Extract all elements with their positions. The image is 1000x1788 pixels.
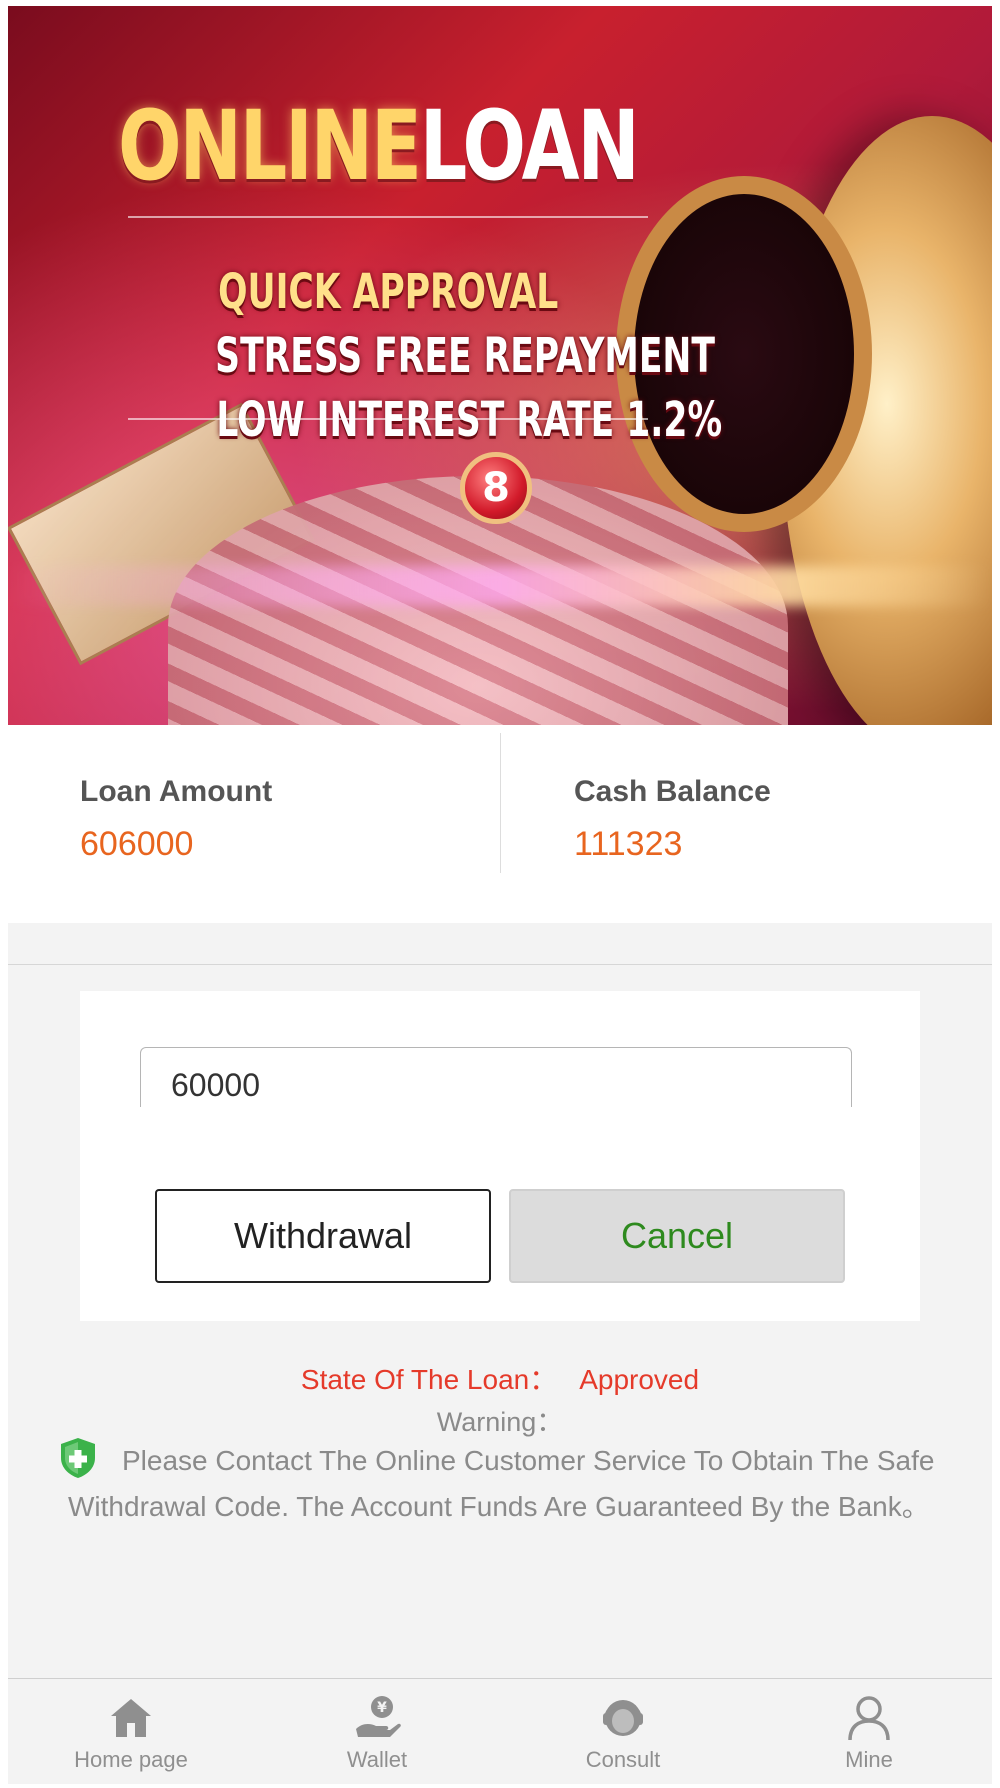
nav-item-consult[interactable]: Consult (500, 1687, 746, 1783)
safety-notice: Please Contact The Online Customer Servi… (61, 1436, 968, 1530)
banner-line-repayment: STRESS FREE REPAYMENT (215, 328, 715, 384)
stats-divider (500, 733, 501, 873)
nav-label-wallet: Wallet (346, 1747, 408, 1772)
svg-text:¥: ¥ (377, 1700, 387, 1716)
banner-title-loan: LOAN (419, 90, 640, 202)
nav-item-wallet[interactable]: ¥ Wallet (254, 1687, 500, 1783)
customer-service-icon (603, 1700, 643, 1736)
banner-badge: 8 (460, 452, 532, 524)
app-screen: ONLINELOAN QUICK APPROVAL STRESS FREE RE… (8, 6, 992, 1784)
loan-amount-value: 606000 (80, 825, 194, 863)
wallet-icon: ¥ (356, 1696, 401, 1737)
banner-divider-bottom (128, 418, 648, 420)
light-streak (8, 566, 992, 606)
cash-balance-label: Cash Balance (574, 775, 771, 808)
nav-label-mine: Mine (845, 1747, 893, 1772)
withdrawal-form: Withdrawal Cancel (80, 991, 920, 1321)
nav-item-mine[interactable]: Mine (746, 1687, 992, 1783)
cash-balance-value: 111323 (574, 825, 683, 863)
banner-divider (128, 216, 648, 218)
cash-balance-stat: Cash Balance 111323 (574, 775, 771, 864)
promo-banner[interactable]: ONLINELOAN QUICK APPROVAL STRESS FREE RE… (8, 6, 992, 725)
section-divider (8, 964, 992, 965)
loan-amount-label: Loan Amount (80, 775, 273, 808)
loan-state-label: State Of The Loan： (300, 1364, 558, 1395)
safety-notice-text: Please Contact The Online Customer Servi… (68, 1445, 935, 1522)
shield-icon (61, 1438, 95, 1478)
banner-line-approval: QUICK APPROVAL (217, 264, 559, 320)
warning-label: Warning： (436, 1407, 564, 1437)
banner-line-rate: LOW INTEREST RATE 1.2% (216, 392, 723, 448)
nav-label-consult: Consult (585, 1747, 661, 1772)
banner-title-online: ONLINE (118, 90, 422, 202)
bottom-navigation: Home page ¥ Wallet Consult Mine (8, 1678, 992, 1784)
banner-title: ONLINELOAN (118, 98, 640, 194)
loan-state-value: Approved (579, 1364, 700, 1395)
nav-label-home: Home page (74, 1747, 188, 1772)
cancel-button[interactable]: Cancel (509, 1189, 845, 1283)
loan-amount-stat: Loan Amount 606000 (80, 775, 272, 864)
withdrawal-amount-input[interactable] (140, 1047, 852, 1107)
loan-state: State Of The Loan： Approved (8, 1358, 992, 1398)
user-icon (848, 1696, 890, 1741)
balance-summary: Loan Amount 606000 Cash Balance 111323 (8, 725, 992, 923)
withdrawal-button[interactable]: Withdrawal (155, 1189, 491, 1283)
nav-item-home[interactable]: Home page (8, 1687, 254, 1783)
home-icon (111, 1699, 151, 1737)
